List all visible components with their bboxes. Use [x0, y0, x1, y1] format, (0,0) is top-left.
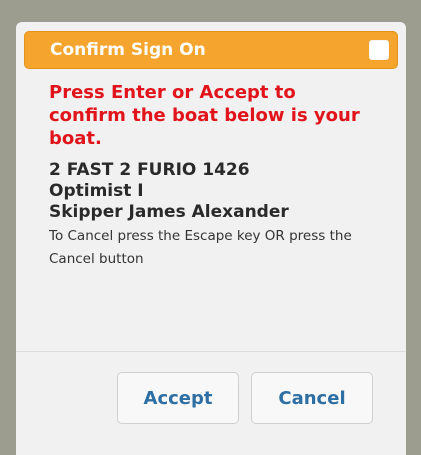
- boat-class: Optimist I: [49, 181, 144, 201]
- cancel-button[interactable]: Cancel: [251, 372, 373, 424]
- footer-divider: [16, 351, 406, 352]
- confirm-sign-on-dialog: Confirm Sign On Press Enter or Accept to…: [16, 22, 406, 455]
- close-checkbox[interactable]: [369, 40, 389, 60]
- page-background: { "dialog": { "title": "Confirm Sign On"…: [0, 0, 421, 455]
- accept-button[interactable]: Accept: [117, 372, 239, 424]
- skipper-name: Skipper James Alexander: [49, 202, 289, 222]
- cancel-instructions: To Cancel press the Escape key OR press …: [49, 228, 352, 267]
- confirm-prompt: Press Enter or Accept to confirm the boa…: [49, 82, 360, 149]
- dialog-title: Confirm Sign On: [50, 40, 206, 60]
- dialog-body: Press Enter or Accept to confirm the boa…: [24, 69, 398, 271]
- boat-name: 2 FAST 2 FURIO 1426: [49, 160, 250, 180]
- dialog-title-bar: Confirm Sign On: [24, 31, 398, 69]
